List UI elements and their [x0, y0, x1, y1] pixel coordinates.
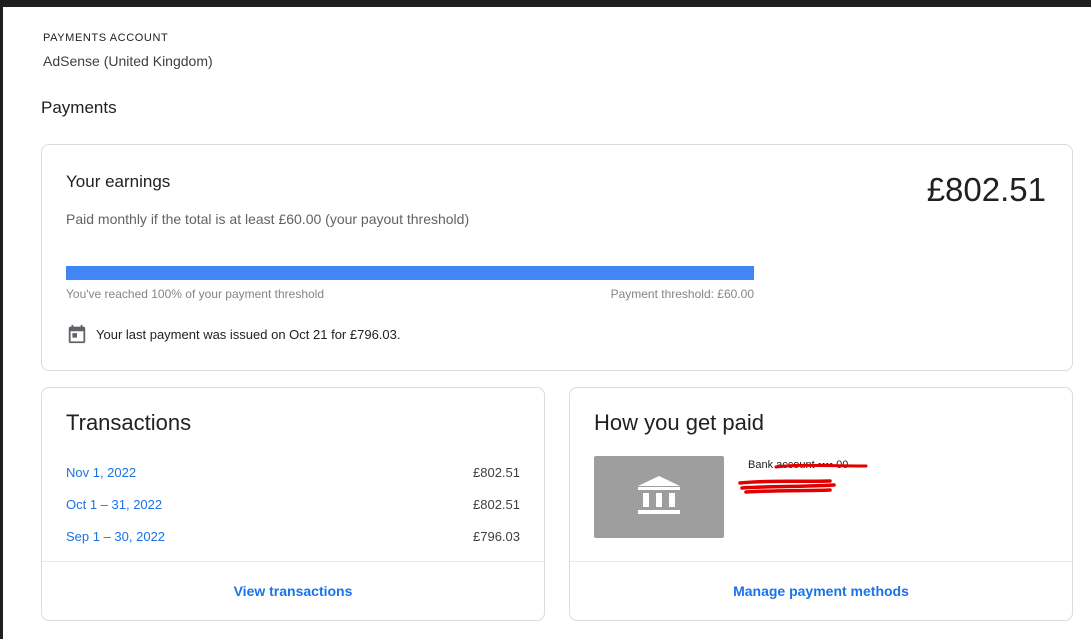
- earnings-card: Your earnings Paid monthly if the total …: [41, 144, 1073, 371]
- transactions-title: Transactions: [66, 410, 192, 435]
- manage-payment-methods-link[interactable]: Manage payment methods: [733, 583, 909, 599]
- transaction-row: Nov 1, 2022 £802.51: [66, 462, 520, 482]
- bank-icon-tile: [594, 456, 724, 538]
- threshold-amount-text: Payment threshold: £60.00: [610, 287, 754, 301]
- redaction-scribble: [738, 463, 868, 494]
- transaction-amount: £802.51: [473, 496, 520, 512]
- page-title: Payments: [41, 98, 117, 117]
- payment-method-card: How you get paid Bank account •••• 00 Ma…: [569, 387, 1073, 621]
- threshold-progress-bar: [66, 266, 754, 280]
- transaction-date-link[interactable]: Nov 1, 2022: [66, 465, 136, 480]
- transactions-card: Transactions Nov 1, 2022 £802.51 Oct 1 –…: [41, 387, 545, 621]
- last-payment-text: Your last payment was issued on Oct 21 f…: [96, 326, 401, 342]
- window-left-border: [0, 0, 3, 639]
- payment-method-title: How you get paid: [594, 410, 764, 435]
- bank-icon: [636, 472, 682, 523]
- last-payment-info: Your last payment was issued on Oct 21 f…: [66, 323, 400, 345]
- payments-account-name: AdSense (United Kingdom): [43, 53, 213, 69]
- transactions-footer: View transactions: [42, 561, 544, 620]
- payments-account-label: PAYMENTS ACCOUNT: [43, 32, 169, 44]
- earnings-title: Your earnings: [66, 172, 171, 191]
- transaction-date-link[interactable]: Oct 1 – 31, 2022: [66, 497, 162, 512]
- earnings-subtitle: Paid monthly if the total is at least £6…: [66, 211, 470, 227]
- transaction-amount: £802.51: [473, 464, 520, 480]
- view-transactions-link[interactable]: View transactions: [234, 583, 353, 599]
- payment-method-footer: Manage payment methods: [570, 561, 1072, 620]
- calendar-icon: [66, 323, 88, 345]
- transaction-row: Oct 1 – 31, 2022 £802.51: [66, 494, 520, 514]
- transaction-row: Sep 1 – 30, 2022 £796.03: [66, 526, 520, 546]
- transaction-date-link[interactable]: Sep 1 – 30, 2022: [66, 529, 165, 544]
- threshold-progress-fill: [66, 266, 754, 280]
- earnings-amount: £802.51: [926, 171, 1046, 208]
- threshold-reached-text: You've reached 100% of your payment thre…: [66, 287, 325, 301]
- window-top-border: [0, 0, 1091, 7]
- transaction-amount: £796.03: [473, 528, 520, 544]
